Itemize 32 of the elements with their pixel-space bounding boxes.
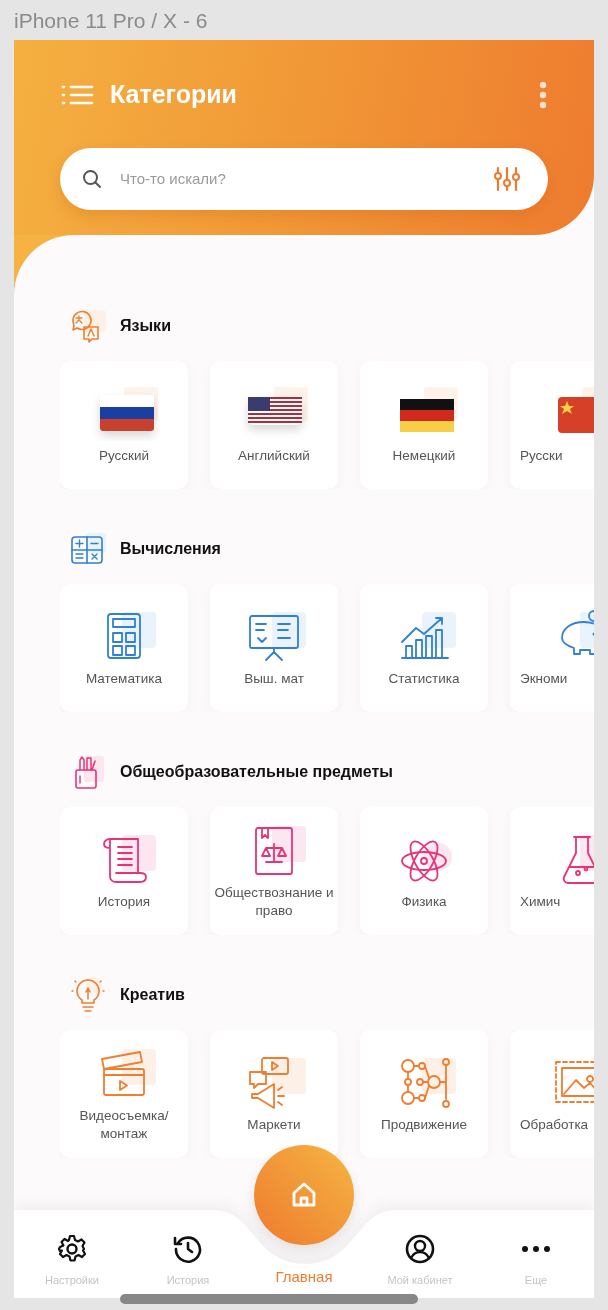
section-title: Креатив (120, 985, 185, 1005)
search-field[interactable]: Что-то искали? (60, 148, 548, 210)
category-card[interactable]: Продвижение (360, 1030, 488, 1158)
screen-title: Категории (110, 79, 237, 111)
category-card[interactable]: Маркети (210, 1030, 338, 1158)
section-title: Общеобразовательные предметы (120, 762, 394, 782)
filter-icon[interactable] (494, 166, 520, 192)
calculator-grid-icon (70, 531, 106, 567)
category-card[interactable]: Физика (360, 807, 488, 935)
section-title: Языки (120, 316, 171, 336)
profile-icon[interactable] (405, 1233, 435, 1264)
search-icon (82, 169, 102, 189)
category-card[interactable]: Русски (510, 361, 594, 489)
category-card[interactable]: Обработка (510, 1030, 594, 1158)
category-card[interactable]: Экноми (510, 584, 594, 712)
artboard-label: iPhone 11 Pro / X - 6 (13, 8, 209, 34)
category-card[interactable]: Математика (60, 584, 188, 712)
light-bulb-icon (70, 977, 106, 1013)
category-card[interactable]: Видеосъемка/ монтаж (60, 1030, 188, 1158)
category-card[interactable]: Русский (60, 361, 188, 489)
category-card[interactable]: Выш. мат (210, 584, 338, 712)
translate-icon (70, 308, 106, 344)
settings-icon[interactable] (57, 1233, 87, 1264)
category-card[interactable]: Немецкий (360, 361, 488, 489)
search-input[interactable]: Что-то искали? (118, 148, 478, 210)
category-card[interactable]: Химич (510, 807, 594, 935)
category-card[interactable]: История (60, 807, 188, 935)
section-title: Вычисления (120, 539, 221, 559)
category-card[interactable]: Статистика (360, 584, 488, 712)
history-icon[interactable] (173, 1233, 203, 1264)
category-card[interactable]: Английский (210, 361, 338, 489)
category-card[interactable]: Обществознание и право (210, 807, 338, 935)
